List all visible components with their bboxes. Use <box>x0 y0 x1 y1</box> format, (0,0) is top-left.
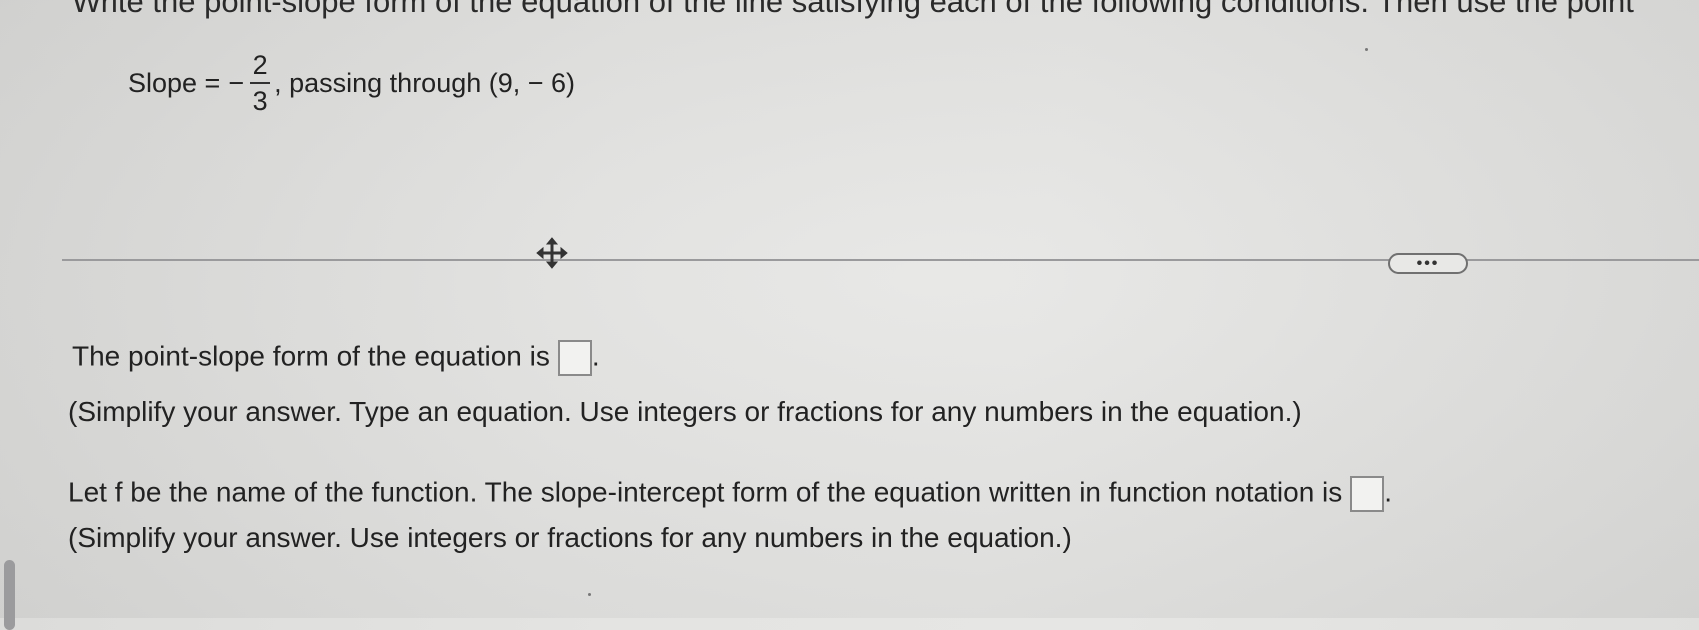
problem-statement: Slope = − 2 3 , passing through (9, − 6) <box>128 52 575 115</box>
slope-fraction: 2 3 <box>250 50 271 116</box>
move-arrows-icon[interactable] <box>535 236 569 270</box>
speck <box>1365 48 1368 51</box>
point-slope-answer-input[interactable] <box>557 340 592 376</box>
show-more-button[interactable]: ••• <box>1388 253 1468 274</box>
slope-label: Slope = <box>128 68 221 98</box>
slope-sign: − <box>228 68 245 98</box>
speck <box>588 593 591 596</box>
passing-through-text: , passing through (9, − 6) <box>274 68 576 98</box>
question1-hint: (Simplify your answer. Type an equation.… <box>68 396 1302 427</box>
question1-period: . <box>591 340 600 372</box>
function-notation-answer-input[interactable] <box>1350 476 1385 512</box>
question2-prompt: Let f be the name of the function. The s… <box>68 476 1343 508</box>
slope-numerator: 2 <box>252 50 268 80</box>
question1-prompt: The point-slope form of the equation is <box>72 340 550 372</box>
question2-hint: (Simplify your answer. Use integers or f… <box>68 522 1072 553</box>
question2-line: Let f be the name of the function. The s… <box>68 476 1392 512</box>
slope-denominator: 3 <box>252 86 268 116</box>
question2-period: . <box>1384 476 1393 508</box>
scrollbar-handle[interactable] <box>4 560 15 630</box>
question1-line: The point-slope form of the equation is. <box>72 340 600 376</box>
instructions-text: Write the point-slope form of the equati… <box>72 0 1634 19</box>
